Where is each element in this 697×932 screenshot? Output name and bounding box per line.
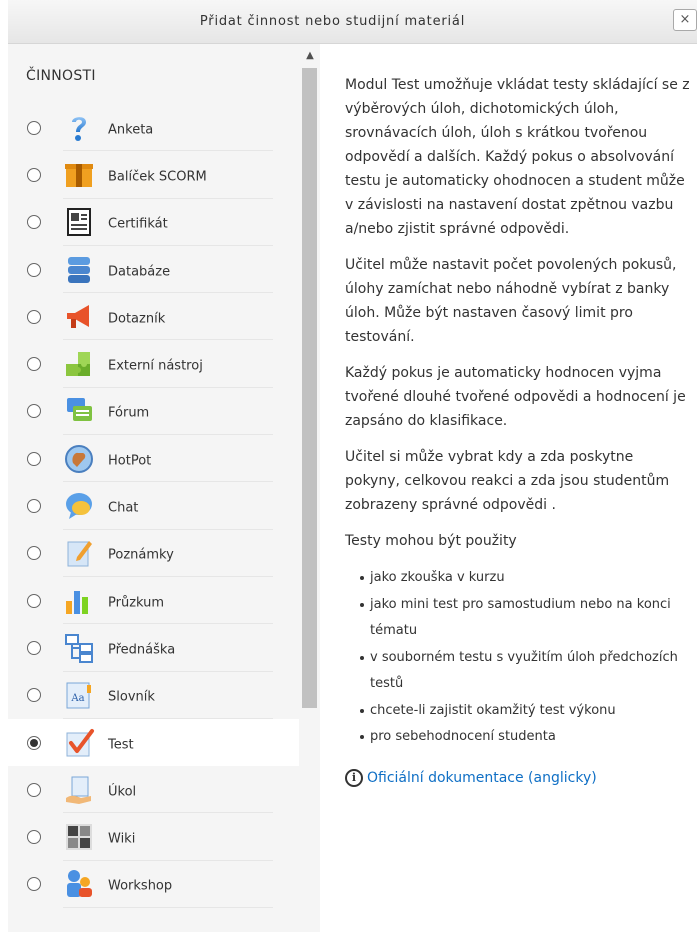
option-ukol[interactable]: Úkol <box>8 766 299 814</box>
uses-heading: Testy mohou být použity <box>345 533 517 549</box>
puzzle-icon <box>66 352 90 377</box>
radio-button[interactable] <box>27 546 41 561</box>
radio-button[interactable] <box>27 688 41 703</box>
wiki-icon <box>66 824 92 851</box>
radio-button[interactable] <box>27 782 41 797</box>
option-label: Průzkum <box>108 594 165 610</box>
option-label: Databáze <box>108 263 171 279</box>
option-label: Poznámky <box>108 547 174 563</box>
quiz-check-icon <box>66 728 94 756</box>
radio-button[interactable] <box>27 830 41 845</box>
option-pruzkum[interactable]: Průzkum <box>8 577 299 625</box>
option-label: Úkol <box>108 784 137 800</box>
section-title: ČINNOSTI <box>26 68 96 84</box>
option-label: Certifikát <box>108 216 168 232</box>
option-label: Test <box>108 736 134 752</box>
activity-list-panel: ČINNOSTI Anketa Balíček SCORM Certifikát… <box>8 44 320 932</box>
list-item: chcete-li zajistit okamžitý test výkonu <box>360 698 690 725</box>
database-icon <box>68 256 90 283</box>
documentation-link-text[interactable]: Oficiální dokumentace (anglicky) <box>367 770 597 786</box>
description-paragraph: Každý pokus je automaticky hodnocen vyjm… <box>345 365 686 429</box>
radio-button[interactable] <box>27 593 41 608</box>
option-poznamky[interactable]: Poznámky <box>8 530 299 578</box>
radio-button[interactable] <box>27 357 41 372</box>
scrollbar[interactable]: ▲ <box>299 44 320 932</box>
dialog-title: Přidat činnost nebo studijní materiál <box>199 14 466 29</box>
megaphone-icon <box>67 304 89 328</box>
option-certifikat[interactable]: Certifikát <box>8 199 299 247</box>
question-icon <box>72 116 86 141</box>
radio-button[interactable] <box>27 640 41 655</box>
option-label: Anketa <box>108 121 154 137</box>
notes-icon <box>67 541 92 567</box>
activity-options: Anketa Balíček SCORM Certifikát Databáze… <box>8 104 299 909</box>
option-balicek-scorm[interactable]: Balíček SCORM <box>8 151 299 199</box>
radio-button[interactable] <box>27 262 41 277</box>
list-item: jako zkouška v kurzu <box>360 565 690 592</box>
chat-icon <box>66 493 92 520</box>
list-item: v souborném testu s využitím úloh předch… <box>360 645 690 698</box>
svg-text:Aa: Aa <box>70 693 84 704</box>
info-icon: i <box>345 768 363 787</box>
glossary-icon: Aa <box>66 682 91 709</box>
lesson-icon <box>65 633 93 663</box>
option-label: Přednáška <box>108 642 176 658</box>
option-label: Chat <box>108 500 139 516</box>
option-label: Slovník <box>108 689 155 705</box>
option-label: Fórum <box>108 405 150 421</box>
option-dotaznik[interactable]: Dotazník <box>8 293 299 341</box>
package-icon <box>65 163 93 187</box>
close-button[interactable]: × <box>673 9 697 31</box>
uses-list: jako zkouška v kurzu jako mini test pro … <box>360 565 690 751</box>
description-paragraph: Učitel si může vybrat kdy a zda poskytne… <box>345 449 670 513</box>
option-slovnik[interactable]: Aa Slovník <box>8 672 299 720</box>
scroll-up-arrow-icon[interactable]: ▲ <box>304 50 316 61</box>
dialog-header: Přidat činnost nebo studijní materiál × <box>8 0 697 44</box>
radio-button[interactable] <box>27 167 41 182</box>
radio-button[interactable] <box>27 404 41 419</box>
option-wiki[interactable]: Wiki <box>8 813 299 862</box>
scrollbar-thumb[interactable] <box>302 68 317 708</box>
workshop-icon <box>67 870 92 898</box>
radio-button-selected[interactable] <box>27 735 41 750</box>
list-item: jako mini test pro samostudium nebo na k… <box>360 592 690 645</box>
list-item: pro sebehodnocení studenta <box>360 724 690 751</box>
option-label: Workshop <box>108 878 173 894</box>
survey-chart-icon <box>66 590 88 614</box>
option-prednaska[interactable]: Přednáška <box>8 624 299 672</box>
description-paragraph: Modul Test umožňuje vkládat testy skláda… <box>345 77 690 237</box>
option-chat[interactable]: Chat <box>8 482 299 530</box>
assignment-icon <box>66 776 91 804</box>
activity-description-panel: Modul Test umožňuje vkládat testy skláda… <box>345 73 690 787</box>
option-label: Balíček SCORM <box>108 169 207 185</box>
radio-button[interactable] <box>27 877 41 892</box>
hotpot-icon <box>65 444 93 473</box>
forum-icon <box>67 398 92 422</box>
option-workshop[interactable]: Workshop <box>8 861 299 909</box>
option-databaze[interactable]: Databáze <box>8 246 299 294</box>
option-externi-nastroj[interactable]: Externí nástroj <box>8 340 299 389</box>
documentation-link[interactable]: i Oficiální dokumentace (anglicky) <box>345 768 690 787</box>
option-label: Dotazník <box>108 311 166 327</box>
option-label: Externí nástroj <box>108 358 203 374</box>
option-anketa[interactable]: Anketa <box>8 104 299 152</box>
option-label: Wiki <box>108 831 136 847</box>
radio-button[interactable] <box>27 120 41 135</box>
radio-button[interactable] <box>27 499 41 514</box>
option-forum[interactable]: Fórum <box>8 388 299 436</box>
option-test[interactable]: Test <box>8 718 299 767</box>
description-paragraph: Učitel může nastavit počet povolených po… <box>345 257 677 345</box>
radio-button[interactable] <box>27 451 41 466</box>
radio-button[interactable] <box>27 215 41 230</box>
option-label: HotPot <box>108 453 152 469</box>
option-hotpot[interactable]: HotPot <box>8 435 299 483</box>
description: Modul Test umožňuje vkládat testy skláda… <box>345 73 690 553</box>
certificate-icon <box>67 208 91 237</box>
radio-button[interactable] <box>27 309 41 324</box>
